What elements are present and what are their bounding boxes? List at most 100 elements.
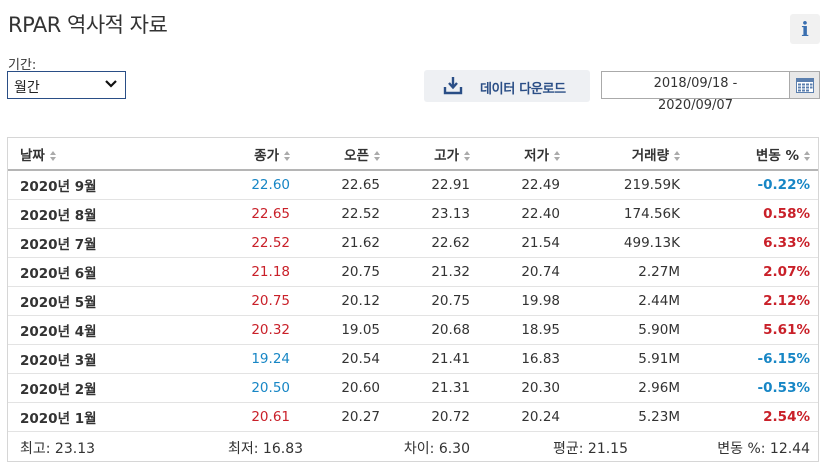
table-row: 2020년 4월 20.32 19.05 20.68 18.95 5.90M 5.61% [8,315,818,344]
cell-date: 2020년 9월 [20,178,97,195]
cell-close: 20.61 [251,408,290,425]
cell-high: 21.31 [431,379,470,396]
calendar-button[interactable] [789,71,820,99]
date-range-end: 2020/09/07 [658,98,733,113]
chevron-down-icon [105,80,117,88]
summary-difference: 차이: 6.30 [403,441,470,458]
cell-volume: 499.13K [623,234,680,251]
summary-row: 최고: 23.13 최저: 16.83 차이: 6.30 평균: 21.15 변… [8,431,818,465]
column-header-low[interactable]: 저가 [478,138,568,170]
period-select-value: 월간 [14,80,40,96]
cell-close: 22.52 [251,234,290,251]
cell-volume: 5.90M [638,321,680,338]
cell-close: 20.75 [251,292,290,309]
cell-change: 0.58% [763,205,810,222]
cell-open: 22.52 [341,205,380,222]
cell-low: 20.24 [521,408,560,425]
cell-low: 20.74 [521,263,560,280]
info-icon[interactable]: i [790,14,820,44]
table-row: 2020년 9월 22.60 22.65 22.91 22.49 219.59K -0.22… [8,170,818,199]
period-select[interactable]: 월간 [7,71,126,99]
cell-open: 21.62 [341,234,380,251]
table-row: 2020년 7월 22.52 21.62 22.62 21.54 499.13K 6.33% [8,228,818,257]
cell-low: 18.95 [521,321,560,338]
cell-date: 2020년 7월 [20,236,97,253]
column-header-close[interactable]: 종가 [178,138,298,170]
historical-data-table: 날짜 종가 오픈 고가 저가 거래량 변동 % 2020년 9월 22.60 22.… [7,137,819,462]
download-data-button[interactable]: 데이터 다운로드 [424,70,590,102]
summary-lowest: 최저: 16.83 [228,441,304,458]
cell-high: 21.41 [431,350,470,367]
cell-high: 22.62 [431,234,470,251]
sort-icon [374,150,380,161]
sort-icon [49,150,56,161]
cell-open: 20.12 [341,292,380,309]
cell-low: 16.83 [521,350,560,367]
cell-close: 19.24 [251,350,290,367]
cell-change: 6.33% [763,234,810,251]
column-header-high[interactable]: 고가 [388,138,478,170]
cell-volume: 2.44M [638,292,680,309]
table-header-row: 날짜 종가 오픈 고가 저가 거래량 변동 % [8,138,818,170]
cell-volume: 174.56K [623,205,680,222]
cell-low: 19.98 [521,292,560,309]
sort-icon [464,150,470,161]
cell-open: 22.65 [341,176,380,193]
cell-close: 20.32 [251,321,290,338]
cell-change: 2.12% [763,292,810,309]
cell-high: 21.32 [431,263,470,280]
table-row: 2020년 2월 20.50 20.60 21.31 20.30 2.96M -0.53% [8,373,818,402]
summary-change: 변동 %: 12.44 [717,441,810,458]
column-header-change[interactable]: 변동 % [688,138,818,170]
cell-close: 20.50 [251,379,290,396]
sort-icon [804,150,810,161]
table-row: 2020년 1월 20.61 20.27 20.72 20.24 5.23M 2.54% [8,402,818,431]
column-header-open[interactable]: 오픈 [298,138,388,170]
cell-change: 5.61% [763,321,810,338]
cell-high: 20.72 [431,408,470,425]
sort-icon [284,150,290,161]
cell-date: 2020년 1월 [20,410,97,427]
cell-change: 2.54% [763,408,810,425]
cell-volume: 219.59K [623,176,680,193]
cell-high: 20.68 [431,321,470,338]
download-label: 데이터 다운로드 [480,82,566,97]
cell-high: 20.75 [431,292,470,309]
date-range-start: 2018/09/18 - [653,76,738,91]
cell-close: 22.65 [251,205,290,222]
cell-volume: 5.91M [638,350,680,367]
table-row: 2020년 8월 22.65 22.52 23.13 22.40 174.56K 0.58% [8,199,818,228]
cell-low: 20.30 [521,379,560,396]
cell-open: 20.27 [341,408,380,425]
cell-low: 22.40 [521,205,560,222]
column-header-volume[interactable]: 거래량 [568,138,688,170]
sort-icon [554,150,560,161]
cell-date: 2020년 2월 [20,381,97,398]
cell-volume: 2.96M [638,379,680,396]
table-row: 2020년 6월 21.18 20.75 21.32 20.74 2.27M 2.07% [8,257,818,286]
cell-change: -0.53% [757,379,810,396]
calendar-icon [796,78,814,93]
cell-high: 23.13 [431,205,470,222]
page-title: RPAR 역사적 자료 [8,13,168,37]
cell-low: 22.49 [521,176,560,193]
column-header-date[interactable]: 날짜 [8,138,178,170]
cell-volume: 2.27M [638,263,680,280]
summary-average: 평균: 21.15 [552,441,628,458]
cell-date: 2020년 5월 [20,294,97,311]
cell-change: 2.07% [763,263,810,280]
cell-close: 21.18 [251,263,290,280]
cell-open: 20.60 [341,379,380,396]
cell-date: 2020년 8월 [20,207,97,224]
cell-close: 22.60 [251,176,290,193]
cell-date: 2020년 6월 [20,265,97,282]
download-icon [443,77,463,95]
cell-date: 2020년 3월 [20,352,97,369]
cell-open: 20.54 [341,350,380,367]
cell-change: -6.15% [757,350,810,367]
table-row: 2020년 3월 19.24 20.54 21.41 16.83 5.91M -6.15% [8,344,818,373]
sort-icon [674,150,680,161]
cell-low: 21.54 [521,234,560,251]
cell-volume: 5.23M [638,408,680,425]
cell-open: 19.05 [341,321,380,338]
